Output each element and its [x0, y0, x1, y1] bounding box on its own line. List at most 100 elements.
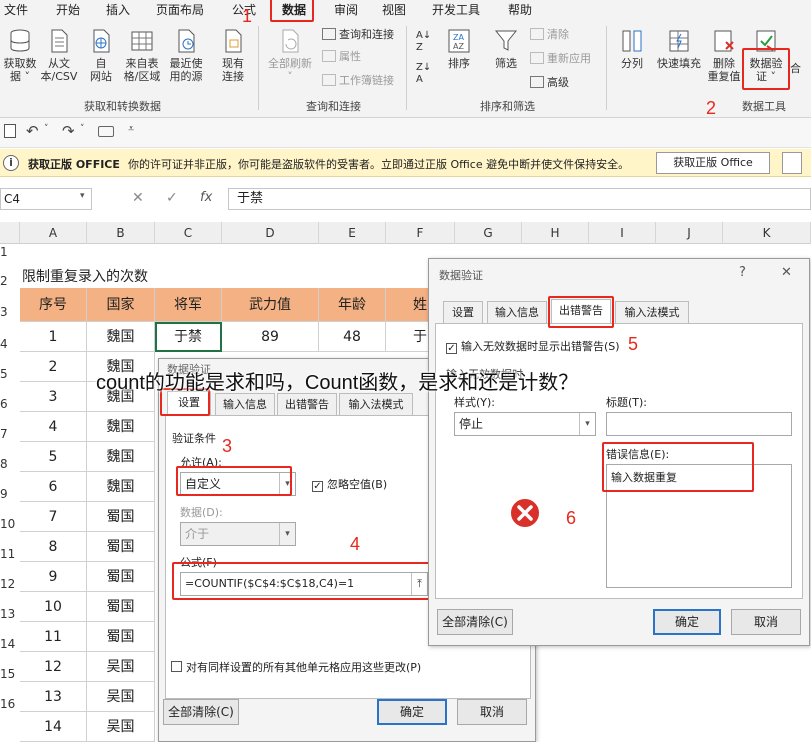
save-icon[interactable] — [4, 124, 16, 138]
table-cell-seq[interactable]: 12 — [20, 652, 87, 682]
table-cell-country[interactable]: 魏国 — [87, 442, 155, 472]
menu-help[interactable]: 帮助 — [508, 1, 532, 21]
table-header-cell[interactable]: 将军 — [155, 288, 222, 322]
sort-desc-button[interactable]: Z↓ A — [416, 62, 431, 85]
table-header-cell[interactable]: 武力值 — [222, 288, 319, 322]
ok-button[interactable]: 确定 — [377, 699, 447, 725]
clear-all-button[interactable]: 全部清除(C) — [163, 699, 239, 725]
tab-settings[interactable]: 设置 — [443, 301, 483, 323]
table-cell-seq[interactable]: 5 — [20, 442, 87, 472]
row-header[interactable]: 6 — [0, 382, 18, 412]
table-cell[interactable]: 48 — [319, 322, 386, 352]
column-header-b[interactable]: B — [87, 222, 155, 244]
text-to-columns-button[interactable]: 分列 — [616, 28, 648, 70]
menu-insert[interactable]: 插入 — [106, 1, 130, 21]
table-cell-seq[interactable]: 11 — [20, 622, 87, 652]
column-header-h[interactable]: H — [522, 222, 589, 244]
table-cell-seq[interactable]: 10 — [20, 592, 87, 622]
customize-toolbar-icon[interactable]: ⩡ — [128, 122, 134, 136]
row-header[interactable]: 11 — [0, 532, 18, 562]
row-header[interactable]: 3 — [0, 288, 18, 322]
table-cell-country[interactable]: 魏国 — [87, 472, 155, 502]
column-header-i[interactable]: I — [589, 222, 656, 244]
row-header[interactable]: 8 — [0, 442, 18, 472]
enter-icon[interactable]: ✓ — [166, 190, 178, 206]
table-cell-country[interactable]: 蜀国 — [87, 622, 155, 652]
cancel-icon[interactable]: ✕ — [132, 190, 144, 206]
table-cell-country[interactable]: 蜀国 — [87, 592, 155, 622]
menu-view[interactable]: 视图 — [382, 1, 406, 21]
sort-asc-button[interactable]: A↓ Z — [416, 30, 431, 53]
table-header-cell[interactable]: 国家 — [87, 288, 155, 322]
menu-developer[interactable]: 开发工具 — [432, 1, 480, 21]
row-header[interactable]: 14 — [0, 622, 18, 652]
refresh-all-button[interactable]: 全部刷新 ˅ — [266, 28, 314, 83]
table-cell-country[interactable]: 吴国 — [87, 682, 155, 712]
get-data-button[interactable]: 获取数 据 ˅ — [2, 28, 38, 83]
menu-review[interactable]: 审阅 — [334, 1, 358, 21]
table-cell-seq[interactable]: 7 — [20, 502, 87, 532]
table-cell-country[interactable]: 吴国 — [87, 652, 155, 682]
row-header[interactable]: 10 — [0, 502, 18, 532]
table-cell-country[interactable]: 蜀国 — [87, 502, 155, 532]
table-cell[interactable]: 1 — [20, 322, 87, 352]
table-cell-country[interactable]: 魏国 — [87, 412, 155, 442]
row-header[interactable]: 4 — [0, 322, 18, 352]
table-cell-country[interactable]: 吴国 — [87, 712, 155, 742]
table-header-cell[interactable]: 年龄 — [319, 288, 386, 322]
from-table-button[interactable]: 来自表 格/区域 — [120, 28, 164, 83]
column-header-k[interactable]: K — [723, 222, 811, 244]
advanced-filter-button[interactable]: 高级 — [530, 74, 569, 92]
data-select[interactable]: 介于 ▾ — [180, 522, 296, 546]
undo-dropdown-icon[interactable]: ˅ — [44, 124, 49, 134]
table-cell-seq[interactable]: 8 — [20, 532, 87, 562]
row-header[interactable]: 9 — [0, 472, 18, 502]
queries-connections-button[interactable]: 查询和连接 — [322, 26, 394, 44]
row-header[interactable]: 13 — [0, 592, 18, 622]
row-header[interactable]: 12 — [0, 562, 18, 592]
table-cell-country[interactable]: 蜀国 — [87, 532, 155, 562]
tab-input-message[interactable]: 输入信息 — [215, 393, 275, 415]
ignore-blank-checkbox[interactable]: ✓ 忽略空值(B) — [312, 476, 387, 492]
workbook-links-button[interactable]: 工作簿链接 — [322, 72, 394, 90]
table-cell-seq[interactable]: 2 — [20, 352, 87, 382]
row-header[interactable]: 7 — [0, 412, 18, 442]
from-text-csv-button[interactable]: 从文 本/CSV — [38, 28, 80, 83]
existing-connections-button[interactable]: 现有 连接 — [214, 28, 252, 83]
from-web-button[interactable]: 自 网站 — [84, 28, 118, 83]
formula-input[interactable]: 于禁 — [228, 188, 811, 210]
table-cell-seq[interactable]: 3 — [20, 382, 87, 412]
table-header-cell[interactable]: 序号 — [20, 288, 87, 322]
style-select[interactable]: 停止 ▾ — [454, 412, 596, 436]
row-header[interactable]: 5 — [0, 352, 18, 382]
column-header-c[interactable]: C — [155, 222, 222, 244]
column-header-f[interactable]: F — [386, 222, 455, 244]
undo-icon[interactable]: ↶ — [26, 122, 39, 140]
filter-button[interactable]: 筛选 — [488, 28, 524, 70]
menu-file[interactable]: 文件 — [4, 1, 28, 21]
reapply-button[interactable]: 重新应用 — [530, 50, 591, 68]
menu-home[interactable]: 开始 — [56, 1, 80, 21]
camera-icon[interactable] — [98, 126, 114, 137]
column-header-j[interactable]: J — [656, 222, 723, 244]
table-cell[interactable]: 魏国 — [87, 322, 155, 352]
properties-button[interactable]: 属性 — [322, 48, 361, 66]
table-cell-country[interactable]: 蜀国 — [87, 562, 155, 592]
tab-input-message[interactable]: 输入信息 — [487, 301, 547, 323]
cancel-button[interactable]: 取消 — [731, 609, 801, 635]
redo-icon[interactable]: ↷ — [62, 122, 75, 140]
table-cell-seq[interactable]: 9 — [20, 562, 87, 592]
table-cell-seq[interactable]: 6 — [20, 472, 87, 502]
row-header[interactable]: 16 — [0, 682, 18, 712]
ok-button[interactable]: 确定 — [653, 609, 721, 635]
redo-dropdown-icon[interactable]: ˅ — [80, 124, 85, 134]
column-header-g[interactable]: G — [455, 222, 522, 244]
sort-button[interactable]: ZA AZ 排序 — [442, 28, 476, 70]
column-header-a[interactable]: A — [20, 222, 87, 244]
close-icon[interactable]: ✕ — [781, 265, 792, 280]
table-cell[interactable]: 89 — [222, 322, 319, 352]
consolidate-button[interactable]: 合 — [790, 60, 801, 78]
row-header[interactable]: 15 — [0, 652, 18, 682]
table-cell-seq[interactable]: 4 — [20, 412, 87, 442]
cancel-button[interactable]: 取消 — [457, 699, 527, 725]
